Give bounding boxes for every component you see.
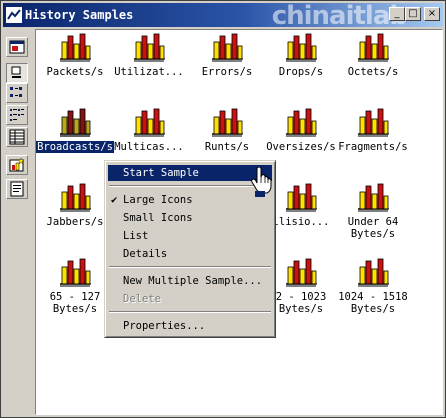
menu-small-icons[interactable]: Small Icons [108, 210, 272, 226]
small-icons-icon [10, 87, 22, 97]
details-icon [9, 129, 25, 145]
menu-separator [109, 185, 271, 187]
menu-start-sample[interactable]: Start Sample [108, 165, 272, 181]
sample-item[interactable]: Errors/s [188, 32, 266, 78]
title-bar[interactable]: History Samples chinaitlab _ □ × [3, 1, 443, 31]
properties-button[interactable] [6, 179, 28, 199]
menu-details[interactable]: Details [108, 246, 272, 262]
sample-item[interactable]: 65 - 127 Bytes/s [36, 257, 114, 315]
sample-item[interactable]: Multicas... [110, 107, 188, 153]
bar-chart-icon [286, 108, 317, 137]
bar-chart-icon [286, 33, 317, 62]
left-toolbar [3, 29, 33, 415]
sample-item-label: Multicas... [114, 141, 184, 153]
cursor-shadow [255, 191, 265, 197]
window-title: History Samples [25, 8, 134, 22]
menu-new-multiple-sample[interactable]: New Multiple Sample... [108, 273, 272, 289]
sample-item[interactable]: Oversizes/s [262, 107, 340, 153]
sample-item-label: Octets/s [347, 66, 399, 78]
details-button[interactable] [6, 127, 28, 147]
bar-chart-icon [212, 108, 243, 137]
bar-chart-icon [358, 183, 389, 212]
bar-chart-icon [60, 258, 91, 287]
sample-item-label: Packets/s [46, 66, 104, 78]
sample-item[interactable]: Fragments/s [334, 107, 412, 153]
bar-chart-icon [134, 33, 165, 62]
list-button[interactable] [6, 105, 28, 125]
sample-item[interactable]: Under 64 Bytes/s [334, 182, 412, 240]
maximize-button[interactable]: □ [405, 7, 421, 21]
sample-item[interactable]: 1024 - 1518 Bytes/s [334, 257, 412, 315]
small-icons-button[interactable] [6, 83, 28, 103]
bar-chart-icon [60, 33, 91, 62]
sample-item[interactable]: Octets/s [334, 32, 412, 78]
sample-item[interactable]: Drops/s [262, 32, 340, 78]
sample-item-label: Fragments/s [338, 141, 408, 153]
sample-item-label: Broadcasts/s [36, 141, 114, 153]
menu-large-icons[interactable]: ✔ Large Icons [108, 192, 272, 208]
app-icon [6, 7, 22, 23]
properties-icon [10, 181, 24, 197]
minimize-button[interactable]: _ [389, 7, 405, 21]
menu-properties[interactable]: Properties... [108, 318, 272, 334]
view-button[interactable] [6, 37, 28, 57]
new-sample-button[interactable] [6, 155, 28, 175]
sample-item[interactable]: Runts/s [188, 107, 266, 153]
bar-chart-icon [286, 183, 317, 212]
sample-item[interactable]: Packets/s [36, 32, 114, 78]
large-icons-button[interactable] [6, 63, 28, 83]
sample-item-label: Under 64 Bytes/s [347, 216, 399, 240]
bar-chart-icon [212, 33, 243, 62]
menu-separator [109, 311, 271, 313]
menu-list[interactable]: List [108, 228, 272, 244]
view-icon [9, 40, 25, 54]
bar-chart-icon [60, 183, 91, 212]
new-sample-icon [9, 157, 25, 172]
watermark-text: chinaitlab [271, 1, 408, 31]
bar-chart-icon [358, 33, 389, 62]
bar-chart-icon [286, 258, 317, 287]
bar-chart-icon [60, 108, 91, 137]
sample-item-label: Drops/s [278, 66, 324, 78]
sample-item-label: Jabbers/s [46, 216, 104, 228]
sample-item-label: Runts/s [204, 141, 250, 153]
large-icons-icon [11, 66, 21, 78]
list-icon [10, 109, 24, 121]
history-samples-window: History Samples chinaitlab _ □ × Packets… [0, 0, 446, 418]
bar-chart-icon [134, 108, 165, 137]
sample-item-label: Oversizes/s [266, 141, 336, 153]
sample-item[interactable]: Jabbers/s [36, 182, 114, 228]
sample-item-label: llisio... [272, 216, 330, 228]
sample-item-label: Utilizat... [114, 66, 184, 78]
menu-separator [109, 266, 271, 268]
sample-item[interactable]: Utilizat... [110, 32, 188, 78]
bar-chart-icon [358, 108, 389, 137]
bar-chart-icon [358, 258, 389, 287]
sample-item-label: 65 - 127 Bytes/s [49, 291, 101, 315]
sample-item[interactable]: Broadcasts/s [36, 107, 114, 153]
check-mark-icon: ✔ [111, 194, 118, 206]
menu-delete: Delete [123, 293, 161, 305]
sample-item-label: Errors/s [201, 66, 253, 78]
close-button[interactable]: × [424, 7, 440, 21]
sample-item-label: 1024 - 1518 Bytes/s [338, 291, 408, 315]
